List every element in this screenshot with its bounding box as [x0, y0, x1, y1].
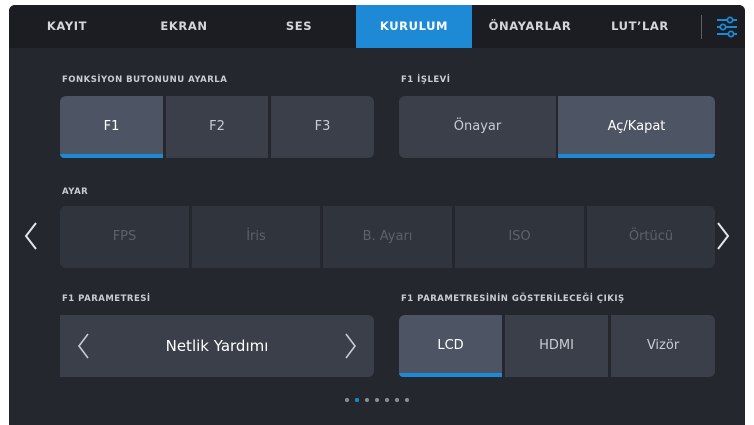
setting-white-balance[interactable]: B. Ayarı: [323, 206, 452, 268]
previous-page-icon[interactable]: [23, 221, 39, 251]
selected-indicator: [60, 154, 163, 158]
tab-bar: KAYIT EKRAN SES KURULUM ÖNAYARLAR LUT’LA…: [9, 5, 745, 48]
page-dot[interactable]: [345, 398, 349, 402]
page-dot[interactable]: [375, 398, 379, 402]
function-button-f1[interactable]: F1: [60, 96, 163, 158]
page-dot[interactable]: [395, 398, 399, 402]
tab-ekran[interactable]: EKRAN: [144, 5, 224, 48]
setting-fps[interactable]: FPS: [60, 206, 189, 268]
f1-output-label: F1 PARAMETRESİNİN GÖSTERİLECEĞİ ÇIKIŞ: [401, 294, 625, 304]
output-hdmi[interactable]: HDMI: [505, 315, 608, 377]
f1-function-label: F1 İŞLEVİ: [401, 75, 451, 85]
page-dot[interactable]: [405, 398, 409, 402]
function-button-label: FONKSİYON BUTONUNU AYARLA: [62, 75, 228, 85]
tab-ses[interactable]: SES: [259, 5, 339, 48]
f1-function-toggle[interactable]: Aç/Kapat: [558, 96, 715, 158]
sliders-icon[interactable]: [714, 14, 740, 40]
f1-parameter-label: F1 PARAMETRESİ: [62, 294, 151, 304]
tab-kayit[interactable]: KAYIT: [27, 5, 107, 48]
setting-iris[interactable]: İris: [192, 206, 320, 268]
output-lcd[interactable]: LCD: [399, 315, 502, 377]
setting-shutter[interactable]: Örtücü: [587, 206, 715, 268]
option-label: Aç/Kapat: [607, 119, 666, 134]
tab-divider: [701, 15, 702, 39]
parameter-next-icon[interactable]: [344, 332, 358, 360]
f1-function-preset[interactable]: Önayar: [399, 96, 556, 158]
f1-parameter-selector[interactable]: Netlik Yardımı: [60, 315, 374, 377]
page-indicator: [9, 398, 745, 402]
page-dot[interactable]: [365, 398, 369, 402]
tab-onayarlar[interactable]: ÖNAYARLAR: [476, 5, 584, 48]
setting-label: AYAR: [62, 187, 89, 197]
option-label: LCD: [437, 338, 464, 353]
page-dot-active[interactable]: [355, 398, 359, 402]
setting-iso[interactable]: ISO: [455, 206, 584, 268]
option-label: F1: [103, 119, 120, 134]
selected-indicator: [558, 154, 715, 158]
selected-indicator: [399, 373, 502, 377]
page-dot[interactable]: [385, 398, 389, 402]
f1-parameter-value: Netlik Yardımı: [165, 337, 269, 355]
camera-setup-screen: KAYIT EKRAN SES KURULUM ÖNAYARLAR LUT’LA…: [9, 5, 745, 425]
tab-lutlar[interactable]: LUT’LAR: [595, 5, 685, 48]
function-button-f3[interactable]: F3: [271, 96, 374, 158]
next-page-icon[interactable]: [715, 221, 731, 251]
tab-kurulum[interactable]: KURULUM: [356, 5, 472, 48]
function-button-f2[interactable]: F2: [166, 96, 268, 158]
output-viewfinder[interactable]: Vizör: [611, 315, 715, 377]
parameter-previous-icon[interactable]: [76, 332, 90, 360]
